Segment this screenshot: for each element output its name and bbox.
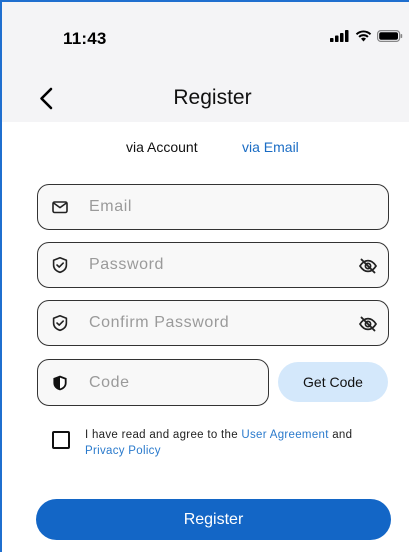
- shield-check-icon: [52, 315, 68, 332]
- email-placeholder: Email: [89, 198, 133, 215]
- agreement-and: and: [328, 429, 353, 441]
- frame-left-border: [0, 0, 2, 552]
- status-time: 11:43: [63, 29, 107, 48]
- mail-icon: [52, 201, 68, 214]
- battery-icon: [377, 30, 403, 42]
- wifi-icon: [355, 30, 372, 42]
- agreement-text: I have read and agree to the User Agreem…: [85, 427, 390, 459]
- status-icons: [330, 30, 403, 42]
- password-placeholder: Password: [89, 256, 165, 273]
- shield-filled-icon: [53, 375, 67, 391]
- email-field[interactable]: Email: [37, 184, 389, 230]
- confirm-password-placeholder: Confirm Password: [89, 314, 230, 331]
- eye-off-icon[interactable]: [358, 314, 378, 334]
- eye-off-icon[interactable]: [358, 256, 378, 276]
- code-field[interactable]: Code: [37, 359, 269, 406]
- get-code-button[interactable]: Get Code: [278, 362, 388, 402]
- agreement-checkbox[interactable]: [52, 431, 70, 449]
- frame-top-border: [0, 0, 409, 2]
- user-agreement-link[interactable]: User Agreement: [241, 429, 328, 441]
- page-title: Register: [173, 86, 252, 109]
- password-field[interactable]: Password: [37, 242, 389, 288]
- tab-via-account[interactable]: via Account: [126, 139, 198, 155]
- status-bar: 11:43: [0, 0, 409, 80]
- tab-via-email[interactable]: via Email: [242, 139, 299, 155]
- agreement-prefix: I have read and agree to the: [85, 429, 242, 441]
- privacy-policy-link[interactable]: Privacy Policy: [85, 445, 161, 457]
- confirm-password-field[interactable]: Confirm Password: [37, 300, 389, 346]
- shield-check-icon: [52, 257, 68, 274]
- code-placeholder: Code: [89, 374, 130, 391]
- register-button[interactable]: Register: [36, 499, 391, 540]
- register-screen: 11:43 Register via Account via Email Ema…: [0, 0, 409, 552]
- signal-icon: [330, 30, 349, 42]
